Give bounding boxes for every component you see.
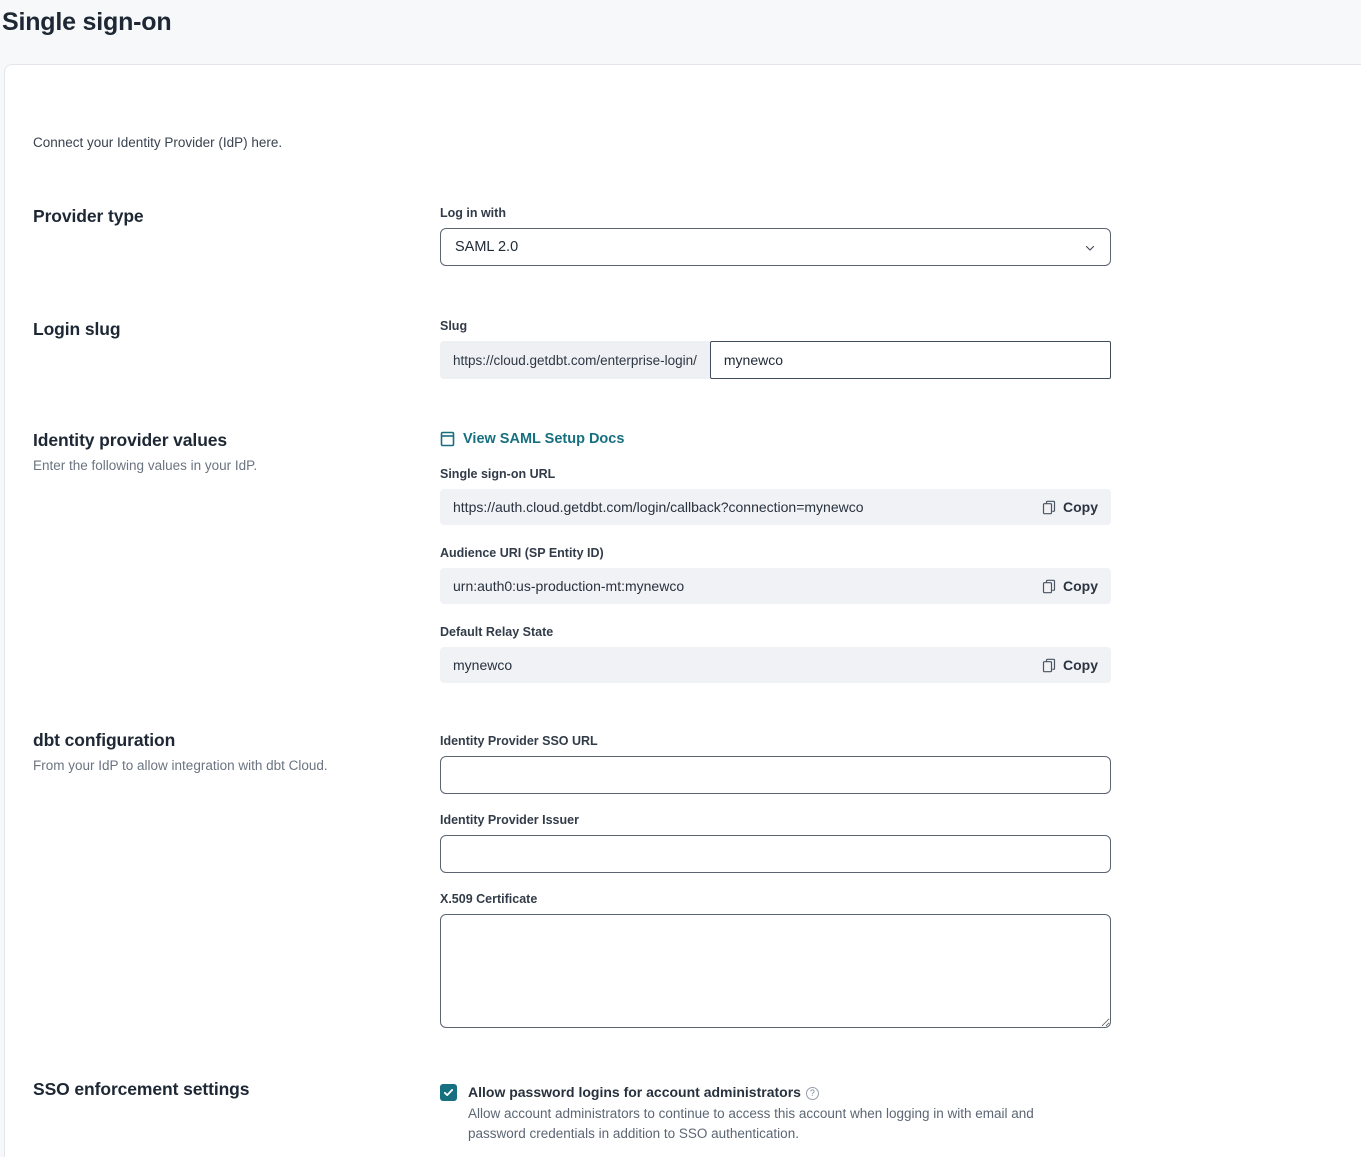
audience-uri-label: Audience URI (SP Entity ID): [440, 545, 1111, 562]
slug-url-prefix: https://cloud.getdbt.com/enterprise-logi…: [440, 341, 710, 379]
allow-password-logins-row: Allow password logins for account admini…: [440, 1082, 1111, 1144]
copy-icon: [1042, 500, 1056, 515]
relay-state-readonly-field: mynewco Copy: [440, 647, 1111, 683]
slug-field-group: https://cloud.getdbt.com/enterprise-logi…: [440, 341, 1111, 379]
help-icon[interactable]: ?: [806, 1087, 819, 1100]
section-sso-enforcement: SSO enforcement settings Allow password …: [33, 1078, 1361, 1144]
slug-label: Slug: [440, 318, 1111, 335]
provider-type-select[interactable]: SAML 2.0: [440, 228, 1111, 266]
sso-url-label: Single sign-on URL: [440, 466, 1111, 483]
intro-text: Connect your Identity Provider (IdP) her…: [33, 133, 1361, 153]
audience-uri-readonly-field: urn:auth0:us-production-mt:mynewco Copy: [440, 568, 1111, 604]
section-login-slug: Login slug Slug https://cloud.getdbt.com…: [33, 318, 1361, 379]
copy-audience-uri-button[interactable]: Copy: [1042, 578, 1098, 594]
sso-enforcement-heading: SSO enforcement settings: [33, 1078, 420, 1100]
sso-url-readonly-field: https://auth.cloud.getdbt.com/login/call…: [440, 489, 1111, 525]
provider-type-selected-value: SAML 2.0: [455, 239, 518, 255]
section-provider-type: Provider type Log in with SAML 2.0: [33, 205, 1361, 266]
allow-password-logins-checkbox[interactable]: [440, 1084, 457, 1101]
log-in-with-label: Log in with: [440, 205, 1111, 222]
copy-button-label: Copy: [1063, 578, 1098, 594]
audience-uri-value: urn:auth0:us-production-mt:mynewco: [453, 578, 684, 594]
page-header: Single sign-on: [0, 0, 1361, 64]
view-saml-setup-docs-link[interactable]: View SAML Setup Docs: [440, 429, 624, 449]
dbt-configuration-heading: dbt configuration: [33, 729, 420, 751]
copy-button-label: Copy: [1063, 657, 1098, 673]
chevron-down-icon: [1084, 241, 1096, 253]
provider-type-heading: Provider type: [33, 205, 420, 227]
idp-issuer-label: Identity Provider Issuer: [440, 812, 1111, 829]
copy-icon: [1042, 579, 1056, 594]
dbt-configuration-subheading: From your IdP to allow integration with …: [33, 757, 420, 775]
idp-sso-url-input[interactable]: [440, 756, 1111, 794]
section-idp-values: Identity provider values Enter the follo…: [33, 429, 1361, 683]
sso-url-value: https://auth.cloud.getdbt.com/login/call…: [453, 499, 864, 515]
copy-button-label: Copy: [1063, 499, 1098, 515]
idp-values-subheading: Enter the following values in your IdP.: [33, 457, 420, 475]
relay-state-label: Default Relay State: [440, 624, 1111, 641]
relay-state-value: mynewco: [453, 657, 512, 673]
page-title: Single sign-on: [2, 8, 1361, 37]
idp-issuer-input[interactable]: [440, 835, 1111, 873]
document-icon: [440, 431, 455, 447]
login-slug-heading: Login slug: [33, 318, 420, 340]
copy-relay-state-button[interactable]: Copy: [1042, 657, 1098, 673]
x509-certificate-label: X.509 Certificate: [440, 891, 1111, 908]
copy-sso-url-button[interactable]: Copy: [1042, 499, 1098, 515]
settings-card: Connect your Identity Provider (IdP) her…: [4, 64, 1361, 1157]
allow-password-logins-label: Allow password logins for account admini…: [468, 1082, 1090, 1102]
allow-password-logins-description: Allow account administrators to continue…: [468, 1104, 1090, 1144]
slug-input[interactable]: [710, 341, 1111, 379]
x509-certificate-textarea[interactable]: [440, 914, 1111, 1028]
copy-icon: [1042, 658, 1056, 673]
idp-sso-url-label: Identity Provider SSO URL: [440, 733, 1111, 750]
section-dbt-configuration: dbt configuration From your IdP to allow…: [33, 729, 1361, 1028]
idp-values-heading: Identity provider values: [33, 429, 420, 451]
docs-link-label: View SAML Setup Docs: [463, 429, 624, 449]
checkbox-label-text: Allow password logins for account admini…: [468, 1084, 801, 1100]
